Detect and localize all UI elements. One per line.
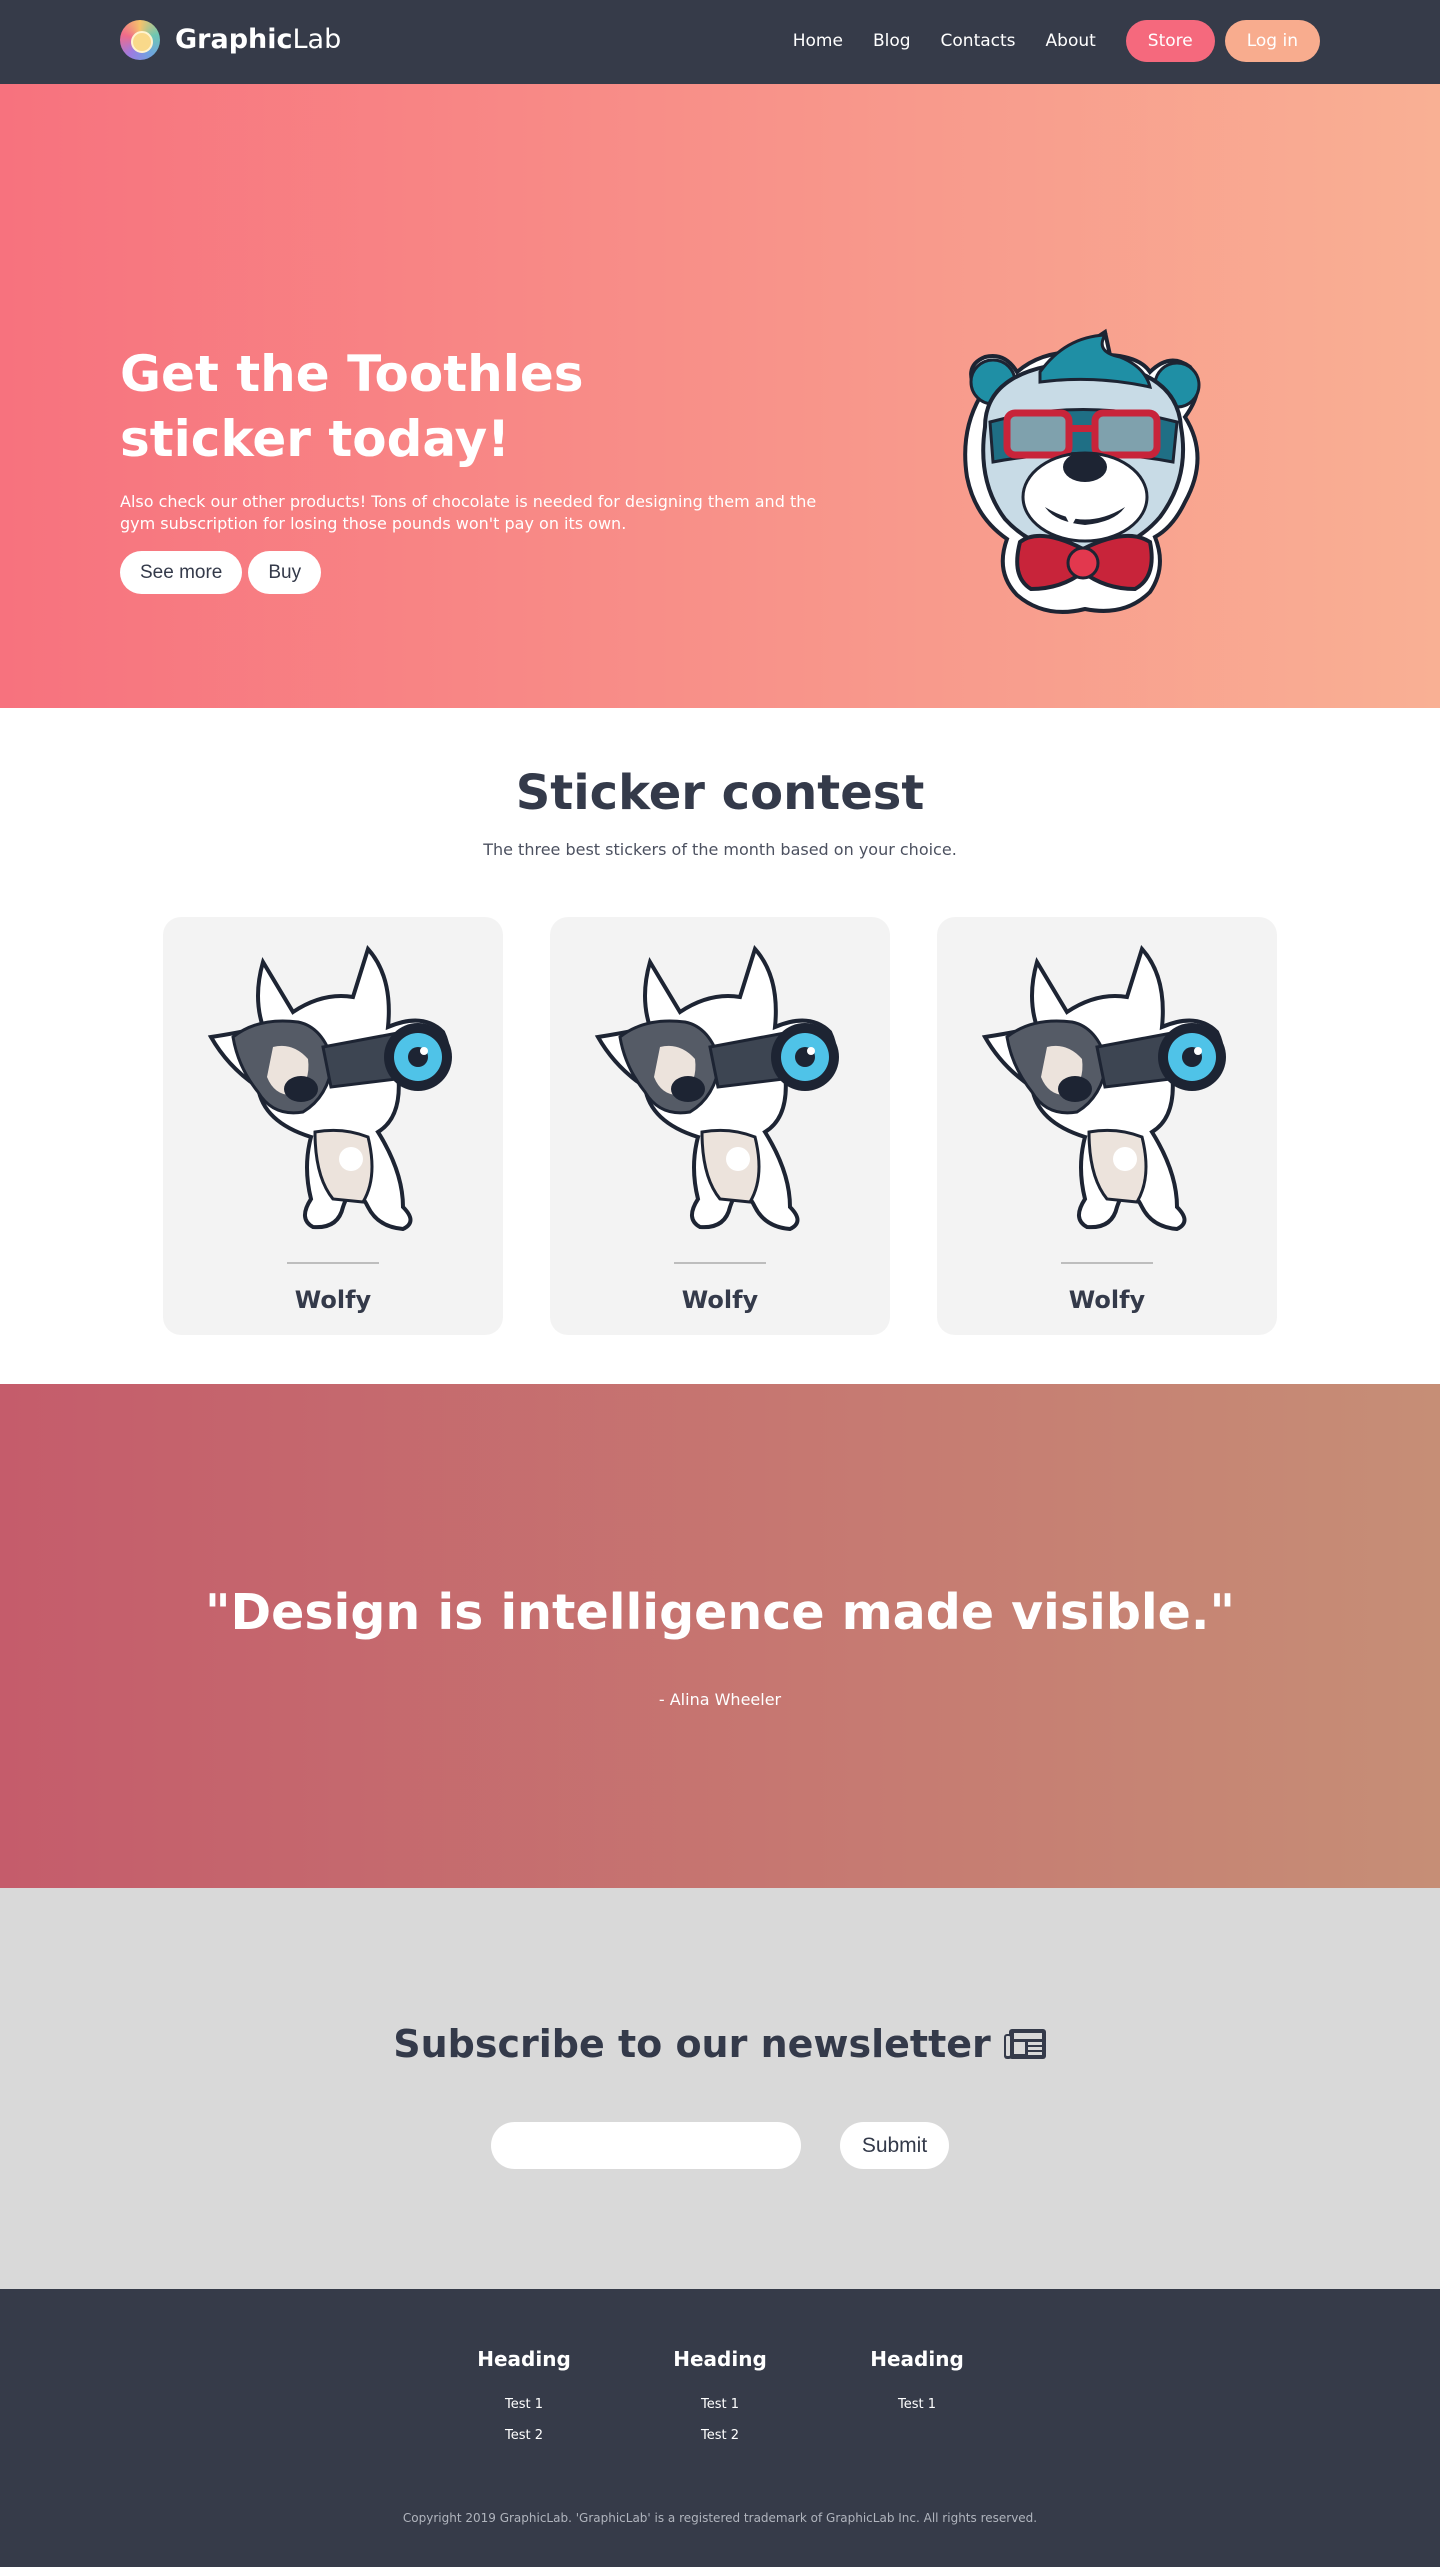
footer-heading: Heading	[477, 2347, 571, 2371]
copyright-text: Copyright 2019 GraphicLab. 'GraphicLab' …	[402, 2511, 1038, 2525]
footer-link[interactable]: Test 1	[454, 2389, 594, 2420]
contest-section: Sticker contest The three best stickers …	[0, 708, 1440, 1384]
store-button[interactable]: Store	[1125, 20, 1215, 62]
brand-name: GraphicLab	[175, 20, 341, 60]
login-button[interactable]: Log in	[1224, 20, 1320, 62]
contest-subtitle: The three best stickers of the month bas…	[483, 840, 957, 859]
navbar: GraphicLab Home Blog Contacts About Stor…	[0, 0, 1440, 84]
see-more-button[interactable]: See more	[120, 551, 243, 594]
contest-title: Sticker contest	[515, 765, 925, 821]
card-name: Wolfy	[681, 1286, 759, 1314]
newsletter-email-input[interactable]	[491, 2122, 801, 2169]
quote-author: - Alina Wheeler	[658, 1690, 782, 1709]
quote-text: "Design is intelligence made visible."	[204, 1584, 1236, 1641]
footer-link[interactable]: Test 2	[650, 2420, 790, 2451]
nav-link-blog[interactable]: Blog	[873, 31, 911, 51]
newsletter-title: Subscribe to our newsletter	[0, 2022, 1440, 2066]
husky-binoculars-icon	[981, 945, 1226, 1232]
footer-column-2: Heading Test 1 Test 2	[650, 2347, 790, 2451]
newsletter-section: Subscribe to our newsletter Submit	[0, 1888, 1440, 2289]
quote-section: "Design is intelligence made visible." -…	[0, 1384, 1440, 1888]
card-divider	[287, 1262, 379, 1264]
brand-link[interactable]: GraphicLab	[120, 20, 341, 60]
main-nav: Home Blog Contacts About Store Log in	[793, 20, 1320, 62]
buy-button[interactable]: Buy	[248, 551, 322, 594]
hero-subtitle: Also check our other products! Tons of c…	[120, 492, 817, 533]
footer-link[interactable]: Test 1	[847, 2389, 987, 2420]
husky-binoculars-icon	[594, 945, 839, 1232]
footer-column-3: Heading Test 1	[847, 2347, 987, 2420]
newspaper-icon	[1003, 2029, 1046, 2059]
brand-name-bold: Graphic	[175, 24, 293, 55]
footer-link[interactable]: Test 2	[454, 2420, 594, 2451]
footer-heading: Heading	[673, 2347, 767, 2371]
footer-link[interactable]: Test 1	[650, 2389, 790, 2420]
hero-buttons: See more Buy	[120, 551, 322, 594]
footer-heading: Heading	[870, 2347, 964, 2371]
husky-binoculars-icon	[207, 945, 452, 1232]
footer-column-1: Heading Test 1 Test 2	[454, 2347, 594, 2451]
nav-link-home[interactable]: Home	[793, 31, 843, 51]
card-name: Wolfy	[1068, 1286, 1146, 1314]
card-divider	[674, 1262, 766, 1264]
submit-button[interactable]: Submit	[840, 2122, 949, 2169]
brand-logo-icon	[120, 20, 160, 60]
sticker-card-2[interactable]: Wolfy	[550, 917, 890, 1335]
brand-name-light: Lab	[292, 24, 342, 55]
card-name: Wolfy	[294, 1286, 372, 1314]
sticker-card-1[interactable]: Wolfy	[163, 917, 503, 1335]
newsletter-title-text: Subscribe to our newsletter	[393, 2022, 991, 2066]
nav-link-contacts[interactable]: Contacts	[941, 31, 1016, 51]
card-divider	[1061, 1262, 1153, 1264]
hero-title: Get the Toothles sticker today!	[120, 345, 584, 468]
nav-link-about[interactable]: About	[1046, 31, 1096, 51]
hero-section: Get the Toothles sticker today! Also che…	[0, 84, 1440, 708]
footer: Heading Test 1 Test 2 Heading Test 1 Tes…	[0, 2289, 1440, 2567]
raccoon-sticker-icon	[963, 328, 1201, 614]
sticker-card-3[interactable]: Wolfy	[937, 917, 1277, 1335]
